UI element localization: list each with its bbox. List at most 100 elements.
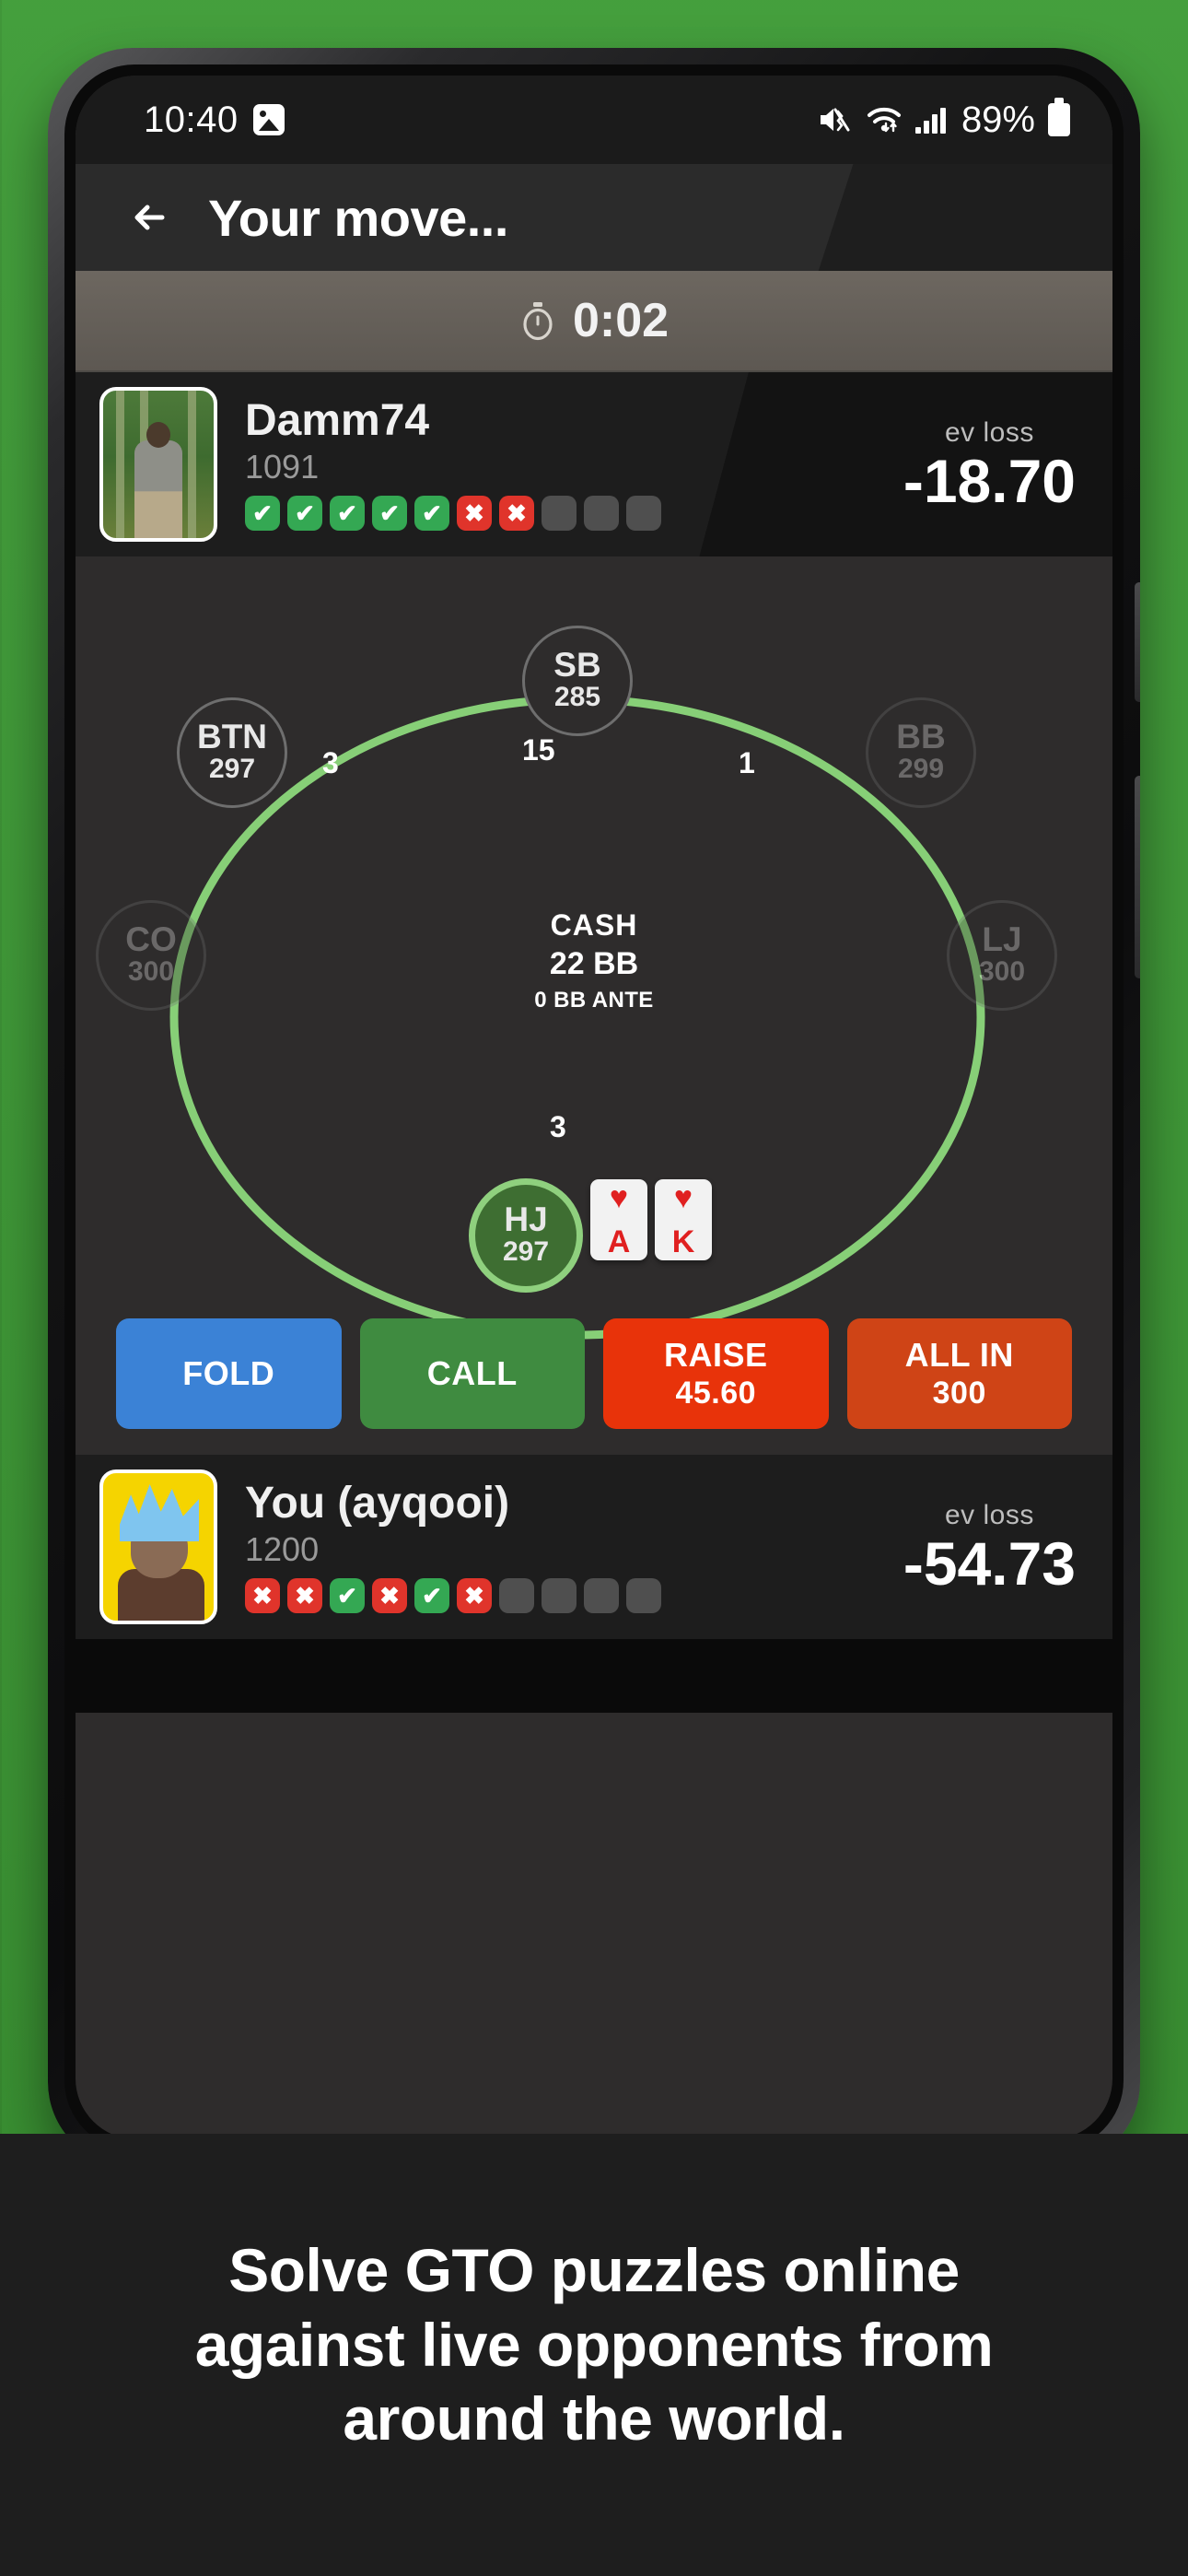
caption-line-1: Solve GTO puzzles online bbox=[228, 2236, 960, 2304]
caption-line-3: around the world. bbox=[343, 2384, 845, 2453]
hero-result-streak: ✖ ✖ ✔ ✖ ✔ ✖ bbox=[245, 1578, 661, 1614]
seat-hj-position: HJ bbox=[504, 1200, 548, 1239]
hole-card-1[interactable]: ♥ A bbox=[590, 1179, 647, 1260]
phone-nav-bar bbox=[76, 1639, 1112, 1713]
seat-sb-stack: 285 bbox=[553, 682, 601, 713]
opponent-ev-block: ev loss -18.70 bbox=[903, 417, 1076, 511]
hero-streak-pip-6: ✖ bbox=[457, 1578, 492, 1614]
seat-btn-position: BTN bbox=[196, 718, 268, 756]
hero-rating: 1200 bbox=[245, 1530, 320, 1569]
hole-cards[interactable]: ♥ A ♥ K bbox=[590, 1179, 712, 1260]
phone-side-button-volume bbox=[1135, 582, 1140, 702]
hole-card-1-suit: ♥ bbox=[609, 1180, 629, 1215]
call-button-label: CALL bbox=[426, 1353, 518, 1392]
bet-btn-amount: 3 bbox=[322, 746, 339, 779]
opponent-streak-pip-3: ✔ bbox=[330, 496, 365, 532]
status-bar-left: 10:40 bbox=[144, 100, 285, 141]
opponent-streak-pip-8 bbox=[542, 496, 577, 532]
wifi-icon bbox=[866, 105, 903, 135]
all-in-button[interactable]: ALL IN 300 bbox=[846, 1318, 1072, 1429]
hero-ev-block: ev loss -54.73 bbox=[903, 1500, 1076, 1594]
seat-bb-position: BB bbox=[896, 718, 946, 756]
hero-avatar[interactable] bbox=[99, 1469, 217, 1624]
opponent-streak-pip-1: ✔ bbox=[245, 496, 280, 532]
opponent-result-streak: ✔ ✔ ✔ ✔ ✔ ✖ ✖ bbox=[245, 496, 661, 532]
opponent-streak-pip-4: ✔ bbox=[372, 496, 407, 532]
hole-card-1-rank: A bbox=[607, 1224, 631, 1260]
hero-streak-pip-5: ✔ bbox=[414, 1578, 449, 1614]
seat-btn-stack: 297 bbox=[208, 754, 256, 785]
opponent-streak-pip-9 bbox=[584, 496, 619, 532]
stopwatch-icon bbox=[519, 300, 556, 341]
caption-text: Solve GTO puzzles online against live op… bbox=[0, 2233, 1188, 2456]
status-clock: 10:40 bbox=[144, 99, 239, 140]
table-info: CASH 22 BB 0 BB ANTE bbox=[76, 908, 1112, 1013]
page-title: Your move... bbox=[208, 188, 508, 247]
hero-ev-label: ev loss bbox=[944, 1500, 1034, 1530]
battery-percent-label: 89% bbox=[961, 99, 1035, 140]
status-bar-right: 89% bbox=[818, 98, 1070, 141]
hero-streak-pip-1: ✖ bbox=[245, 1578, 280, 1614]
action-buttons: FOLD CALL RAISE 45.60 ALL IN 300 bbox=[116, 1318, 1072, 1429]
opponent-ev-label: ev loss bbox=[944, 417, 1034, 448]
phone-side-button-power bbox=[1135, 776, 1140, 978]
opponent-name: Damm74 bbox=[245, 395, 430, 445]
cellular-signal-icon bbox=[914, 106, 947, 134]
hole-card-2-rank: K bbox=[671, 1224, 695, 1260]
opponent-ev-value: -18.70 bbox=[903, 447, 1076, 515]
pot-amount: 15 bbox=[522, 733, 555, 767]
seat-sb-position: SB bbox=[553, 646, 601, 685]
app-header: Your move... bbox=[76, 164, 1112, 271]
phone-screen: 10:40 89% Your move... 0:02 Damm74 1091 … bbox=[76, 76, 1112, 2139]
hero-streak-pip-7 bbox=[499, 1578, 534, 1614]
opponent-streak-pip-10 bbox=[626, 496, 661, 532]
back-arrow-icon[interactable] bbox=[125, 192, 177, 243]
bet-bb-amount: 1 bbox=[739, 746, 755, 779]
opponent-streak-pip-2: ✔ bbox=[287, 496, 322, 532]
status-bar: 10:40 89% bbox=[76, 76, 1112, 164]
seat-hj-hero[interactable]: HJ 297 bbox=[469, 1178, 583, 1293]
opponent-streak-pip-7: ✖ bbox=[499, 496, 534, 532]
all-in-button-label: ALL IN bbox=[904, 1335, 1014, 1374]
bet-hj-amount: 3 bbox=[550, 1110, 566, 1143]
game-type-label: CASH bbox=[550, 908, 638, 942]
hero-meta: You (ayqooi) 1200 ✖ ✖ ✔ ✖ ✔ ✖ bbox=[245, 1480, 661, 1614]
seat-bb-stack: 299 bbox=[897, 754, 945, 785]
fold-button[interactable]: FOLD bbox=[116, 1318, 342, 1429]
bet-bb: 1 bbox=[739, 741, 755, 780]
volume-mute-icon bbox=[818, 105, 853, 135]
battery-full-icon bbox=[1048, 98, 1070, 136]
hero-streak-pip-3: ✔ bbox=[330, 1578, 365, 1614]
hero-streak-pip-9 bbox=[584, 1578, 619, 1614]
seat-hj-stack: 297 bbox=[502, 1236, 550, 1268]
turn-timer-bar: 0:02 bbox=[76, 271, 1112, 372]
timer-value: 0:02 bbox=[572, 294, 670, 347]
bet-hj: 3 bbox=[550, 1105, 566, 1144]
ante-label: 0 BB ANTE bbox=[534, 988, 654, 1013]
hero-ev-value: -54.73 bbox=[903, 1529, 1076, 1598]
hero-streak-pip-8 bbox=[542, 1578, 577, 1614]
raise-button-label: RAISE bbox=[663, 1335, 768, 1374]
opponent-streak-pip-5: ✔ bbox=[414, 496, 449, 532]
caption-line-2: against live opponents from bbox=[194, 2310, 994, 2379]
call-button[interactable]: CALL bbox=[359, 1318, 585, 1429]
phone-frame: 10:40 89% Your move... 0:02 Damm74 1091 … bbox=[48, 48, 1140, 2167]
opponent-rating: 1091 bbox=[245, 448, 320, 486]
opponent-streak-pip-6: ✖ bbox=[457, 496, 492, 532]
hero-streak-pip-2: ✖ bbox=[287, 1578, 322, 1614]
hero-panel: You (ayqooi) 1200 ✖ ✖ ✔ ✖ ✔ ✖ ev loss -54.73 bbox=[76, 1455, 1112, 1639]
caption-band: Solve GTO puzzles online against live op… bbox=[0, 2134, 1188, 2576]
seat-btn[interactable]: BTN 297 bbox=[177, 697, 287, 808]
seat-bb[interactable]: BB 299 bbox=[866, 697, 976, 808]
hero-streak-pip-10 bbox=[626, 1578, 661, 1614]
poker-table: SB 285 BTN 297 BB 299 CO 300 LJ 300 HJ 2… bbox=[76, 556, 1112, 1455]
stack-depth-label: 22 BB bbox=[549, 946, 639, 981]
opponent-meta: Damm74 1091 ✔ ✔ ✔ ✔ ✔ ✖ ✖ bbox=[245, 395, 661, 532]
hole-card-2[interactable]: ♥ K bbox=[655, 1179, 712, 1260]
fold-button-label: FOLD bbox=[182, 1353, 275, 1392]
opponent-avatar[interactable] bbox=[99, 387, 217, 542]
bet-btn: 3 bbox=[322, 741, 339, 780]
seat-sb[interactable]: SB 285 bbox=[522, 626, 633, 736]
raise-button[interactable]: RAISE 45.60 bbox=[603, 1318, 829, 1429]
pot-center: 15 bbox=[522, 728, 555, 767]
